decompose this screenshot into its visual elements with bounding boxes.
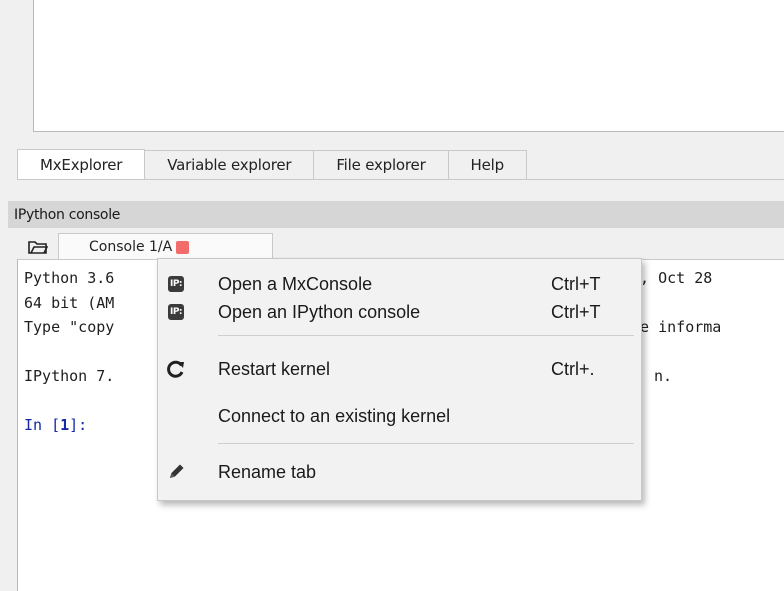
left-edge	[0, 0, 8, 591]
tab-label: MxExplorer	[40, 155, 123, 174]
close-icon[interactable]	[176, 241, 190, 254]
menu-separator	[218, 443, 634, 444]
menu-item-label: Open an IPython console	[218, 301, 421, 322]
menu-item-shortcut: Ctrl+T	[551, 273, 601, 294]
menu-item-rename-tab[interactable]: Rename tab	[158, 457, 641, 487]
folder-icon[interactable]	[28, 240, 48, 255]
menu-item-connect-kernel[interactable]: Connect to an existing kernel	[158, 401, 641, 431]
tab-label: Help	[470, 156, 505, 174]
console-context-menu: IP: Open a MxConsole Ctrl+T IP: Open an …	[157, 258, 642, 501]
restart-icon	[166, 359, 186, 379]
menu-item-label: Restart kernel	[218, 358, 331, 379]
ipython-icon: IP:	[166, 302, 186, 322]
ipython-icon: IP:	[166, 274, 186, 294]
editor-pane	[33, 0, 784, 132]
menu-item-open-ipython-console[interactable]: IP: Open an IPython console Ctrl+T	[158, 297, 641, 327]
menu-item-label: Open a MxConsole	[218, 273, 373, 294]
menu-item-label: Rename tab	[218, 461, 317, 482]
pane-title-text: IPython console	[14, 206, 121, 223]
tab-label: File explorer	[336, 156, 426, 174]
pencil-icon	[166, 462, 186, 482]
pane-title: IPython console	[8, 201, 784, 228]
menu-item-open-mxconsole[interactable]: IP: Open a MxConsole Ctrl+T	[158, 269, 641, 299]
tab-file-explorer[interactable]: File explorer	[314, 150, 449, 179]
tab-variable-explorer[interactable]: Variable explorer	[145, 150, 315, 179]
console-tab[interactable]: Console 1/A	[58, 233, 273, 259]
menu-item-shortcut: Ctrl+T	[551, 301, 601, 322]
tab-mxexplorer[interactable]: MxExplorer	[17, 149, 146, 180]
dock-tabbar: MxExplorer Variable explorer File explor…	[17, 149, 527, 180]
menu-separator	[218, 335, 634, 336]
menu-item-restart-kernel[interactable]: Restart kernel Ctrl+.	[158, 354, 641, 384]
tab-help[interactable]: Help	[448, 150, 527, 179]
console-tab-label: Console 1/A	[89, 238, 173, 255]
tabbar-divider	[17, 179, 784, 180]
menu-item-shortcut: Ctrl+.	[551, 358, 595, 379]
tab-label: Variable explorer	[167, 156, 292, 174]
console-tab-row: Console 1/A	[8, 233, 784, 259]
menu-item-label: Connect to an existing kernel	[218, 405, 451, 426]
